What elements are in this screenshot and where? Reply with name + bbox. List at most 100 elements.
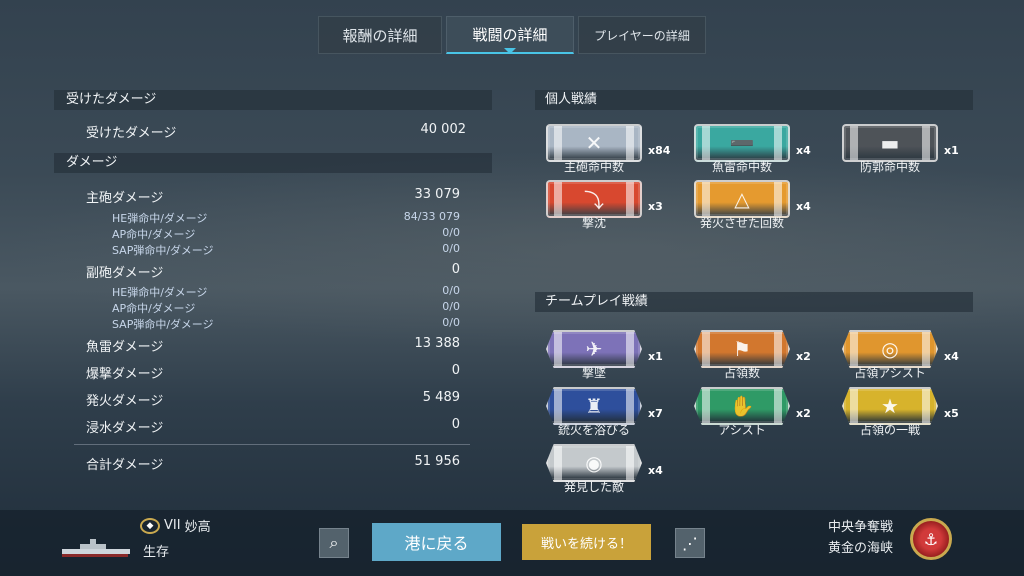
secondary-value: 0 — [451, 262, 460, 277]
team-medal-1[interactable]: ⚑ — [694, 330, 790, 368]
fire-value: 5 489 — [422, 390, 460, 405]
medal-stripe — [850, 389, 858, 423]
share-icon: ⋰ — [682, 533, 698, 553]
team-medal-label: 銃火を浴びる — [557, 423, 630, 437]
medal-emblem-icon: ⚑ — [733, 337, 751, 361]
team-medal-3[interactable]: ♜ — [546, 387, 642, 425]
bomb-label: 爆撃ダメージ — [86, 367, 164, 382]
medal-stripe — [554, 389, 562, 423]
ship-tier-name: ◆ VII 妙高 — [140, 516, 211, 535]
team-medal-count: x4 — [944, 350, 959, 363]
medal-stripe — [922, 332, 930, 366]
personal-medal-count: x1 — [944, 144, 959, 157]
team-medal-label: 発見した敵 — [563, 480, 624, 494]
tab-battle-details[interactable]: 戦闘の詳細 — [446, 16, 574, 54]
medal-stripe — [702, 332, 710, 366]
received-damage-label: 受けたダメージ — [86, 126, 177, 141]
medal-stripe — [702, 126, 710, 160]
divider — [74, 444, 470, 445]
medal-emblem-icon: ✋ — [729, 394, 755, 418]
main-ap-label: AP命中/ダメージ — [112, 228, 196, 241]
personal-medal-4[interactable]: △ — [694, 180, 790, 218]
medal-stripe — [774, 126, 782, 160]
team-medal-label: 占領の一戦 — [859, 423, 920, 437]
medal-stripe — [626, 446, 634, 480]
medal-emblem-icon: ➖ — [729, 131, 755, 155]
search-button[interactable]: ⌕ — [319, 528, 349, 558]
medal-stripe — [554, 446, 562, 480]
main-he-value: 84/33 079 — [403, 210, 460, 223]
main-battery-label: 主砲ダメージ — [86, 191, 164, 206]
team-medal-label: アシスト — [718, 423, 766, 437]
medal-emblem-icon: △ — [734, 187, 750, 211]
personal-header: 個人戦績 — [535, 90, 973, 110]
personal-medal-label: 発火させた回数 — [699, 216, 784, 230]
map-name: 黄金の海峡 — [828, 541, 894, 556]
personal-medal-1[interactable]: ➖ — [694, 124, 790, 162]
medal-stripe — [626, 332, 634, 366]
medal-emblem-icon: ★ — [881, 394, 899, 418]
medal-stripe — [774, 332, 782, 366]
ship-name: 妙高 — [184, 520, 211, 535]
personal-medal-label: 主砲命中数 — [563, 160, 624, 174]
personal-medal-count: x84 — [648, 144, 671, 157]
received-damage-value: 40 002 — [420, 122, 467, 137]
team-medal-count: x1 — [648, 350, 663, 363]
medal-emblem-icon: ▬ — [880, 131, 900, 155]
personal-medal-count: x3 — [648, 200, 663, 213]
sec-ap-label: AP命中/ダメージ — [112, 302, 196, 315]
tab-bar: 報酬の詳細 戦闘の詳細 プレイヤーの詳細 — [318, 16, 706, 54]
battle-mode: 中央争奪戦 黄金の海峡 — [828, 517, 893, 559]
medal-stripe — [702, 182, 710, 216]
team-medal-4[interactable]: ✋ — [694, 387, 790, 425]
tab-player-details[interactable]: プレイヤーの詳細 — [578, 16, 706, 54]
secondary-label: 副砲ダメージ — [86, 266, 164, 281]
personal-medal-label: 魚雷命中数 — [711, 160, 772, 174]
personal-medal-2[interactable]: ▬ — [842, 124, 938, 162]
medal-emblem-icon: ✕ — [585, 131, 603, 155]
ship-status: 生存 — [143, 545, 170, 560]
team-medal-0[interactable]: ✈ — [546, 330, 642, 368]
bomb-value: 0 — [451, 363, 460, 378]
team-medal-count: x5 — [944, 407, 959, 420]
total-label: 合計ダメージ — [86, 458, 164, 473]
flood-label: 浸水ダメージ — [86, 421, 164, 436]
team-medal-count: x2 — [796, 407, 811, 420]
team-medal-6[interactable]: ◉ — [546, 444, 642, 482]
personal-medal-0[interactable]: ✕ — [546, 124, 642, 162]
team-medal-count: x2 — [796, 350, 811, 363]
torpedo-label: 魚雷ダメージ — [86, 340, 164, 355]
medal-stripe — [922, 389, 930, 423]
personal-medal-label: 防郭命中数 — [859, 160, 920, 174]
personal-medal-label: 撃沈 — [581, 216, 606, 230]
medal-emblem-icon: ⤵ — [584, 188, 604, 213]
personal-medal-count: x4 — [796, 144, 811, 157]
team-medal-label: 占領アシスト — [854, 366, 926, 380]
personal-medal-3[interactable]: ⤵ — [546, 180, 642, 218]
received-damage-header: 受けたダメージ — [54, 90, 492, 110]
medal-stripe — [626, 126, 634, 160]
sec-ap-value: 0/0 — [442, 300, 460, 313]
medal-stripe — [850, 126, 858, 160]
sec-sap-label: SAP弾命中/ダメージ — [112, 318, 214, 331]
continue-battle-button[interactable]: 戦いを続ける！ — [522, 524, 651, 560]
sec-sap-value: 0/0 — [442, 316, 460, 329]
medal-stripe — [554, 332, 562, 366]
team-medal-count: x4 — [648, 464, 663, 477]
medal-stripe — [702, 389, 710, 423]
tier-label: VII — [164, 518, 181, 533]
share-button[interactable]: ⋰ — [675, 528, 705, 558]
mode-emblem-icon: ⚓ — [910, 518, 952, 560]
return-to-port-button[interactable]: 港に戻る — [372, 523, 501, 561]
personal-medal-count: x4 — [796, 200, 811, 213]
medal-stripe — [774, 389, 782, 423]
medal-stripe — [554, 182, 562, 216]
team-medal-5[interactable]: ★ — [842, 387, 938, 425]
total-value: 51 956 — [414, 454, 461, 469]
tab-rewards[interactable]: 報酬の詳細 — [318, 16, 442, 54]
medal-stripe — [626, 389, 634, 423]
team-medal-2[interactable]: ◎ — [842, 330, 938, 368]
fire-label: 発火ダメージ — [86, 394, 164, 409]
damage-header: ダメージ — [54, 153, 492, 173]
medal-stripe — [850, 332, 858, 366]
